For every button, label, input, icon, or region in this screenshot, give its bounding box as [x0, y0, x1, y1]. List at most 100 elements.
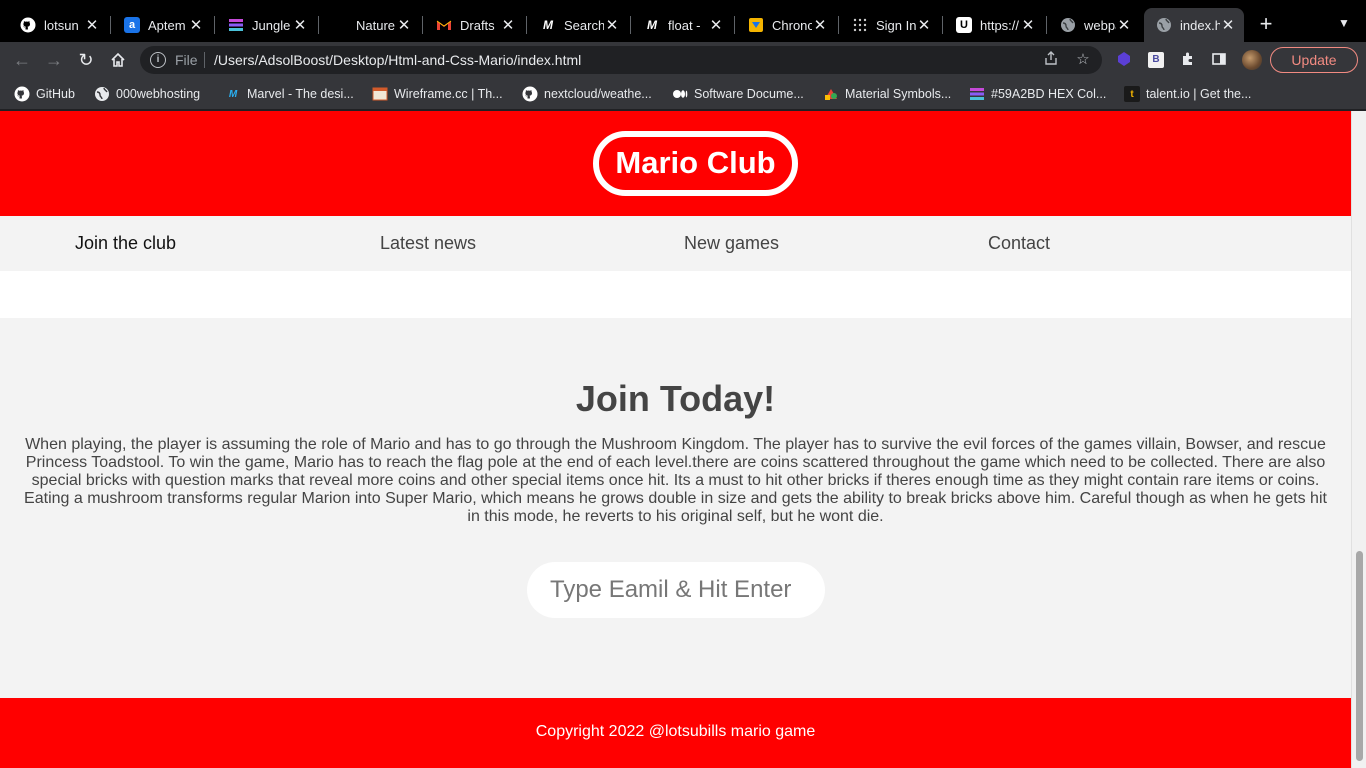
- close-icon[interactable]: ✕: [1020, 16, 1036, 34]
- scheme-label: File: [175, 52, 198, 68]
- bookmark-label: GitHub: [36, 87, 75, 101]
- tab[interactable]: Sign In ✕: [840, 8, 940, 42]
- email-input[interactable]: [527, 562, 825, 618]
- aptem-icon: a: [124, 17, 140, 33]
- nav-link-news[interactable]: Latest news: [380, 233, 476, 254]
- close-icon[interactable]: ✕: [396, 16, 412, 34]
- site-footer: Copyright 2022 @lotsubills mario game: [0, 698, 1351, 768]
- globe-icon: [1060, 17, 1076, 33]
- tab-active[interactable]: index.h ✕: [1144, 8, 1244, 42]
- u-icon: U: [956, 17, 972, 33]
- tab-separator: [526, 16, 527, 34]
- extension-b-icon[interactable]: B: [1148, 52, 1164, 68]
- chrono-icon: [748, 17, 764, 33]
- close-icon[interactable]: ✕: [708, 16, 724, 34]
- bookmark-item[interactable]: 000webhosting: [94, 85, 200, 103]
- nav-link-join[interactable]: Join the club: [75, 233, 176, 254]
- m-icon: M: [543, 18, 553, 32]
- address-url[interactable]: /Users/AdsolBoost/Desktop/Html-and-Css-M…: [214, 52, 581, 68]
- tab[interactable]: webpa ✕: [1048, 8, 1140, 42]
- page-scrollbar[interactable]: [1351, 111, 1366, 768]
- bookmark-label: nextcloud/weathe...: [544, 87, 652, 101]
- tab[interactable]: Chrono ✕: [736, 8, 836, 42]
- close-icon[interactable]: ✕: [188, 16, 204, 34]
- forward-arrow-icon[interactable]: →: [42, 48, 66, 72]
- tab-separator: [630, 16, 631, 34]
- tab[interactable]: M Search ✕: [528, 8, 628, 42]
- tab[interactable]: Drafts ✕: [424, 8, 524, 42]
- tab-title: Aptem: [148, 17, 186, 33]
- bookmark-item[interactable]: GitHub: [14, 85, 75, 103]
- tab-title: webpa: [1084, 17, 1116, 33]
- bookmark-label: Wireframe.cc | Th...: [394, 87, 503, 101]
- dots-icon: [852, 17, 868, 33]
- site-header: Mario Club: [0, 111, 1351, 216]
- close-icon[interactable]: ✕: [84, 16, 100, 34]
- github-icon: [20, 17, 36, 33]
- tab[interactable]: a Aptem ✕: [112, 8, 212, 42]
- tab-title: lotsun: [44, 17, 79, 33]
- bookmark-item[interactable]: #59A2BD HEX Col...: [969, 85, 1106, 103]
- tab[interactable]: M float - ✕: [632, 8, 732, 42]
- side-panel-icon[interactable]: [1210, 51, 1228, 69]
- globe-icon: [94, 86, 110, 102]
- bookmark-star-icon[interactable]: ☆: [1074, 51, 1092, 69]
- jungle-icon: [228, 17, 244, 33]
- github-icon: [14, 86, 30, 102]
- copyright-text: Copyright 2022 @lotsubills mario game: [535, 723, 816, 740]
- back-arrow-icon[interactable]: ←: [10, 48, 34, 72]
- extension-purple-icon[interactable]: [1115, 51, 1133, 69]
- tab[interactable]: Jungle ✕: [216, 8, 316, 42]
- gmail-icon: [436, 17, 452, 33]
- mario-page: Mario Club Join the club Latest news New…: [0, 111, 1351, 768]
- join-description: When playing, the player is assuming the…: [24, 436, 1327, 525]
- tab[interactable]: lotsun ✕: [8, 8, 108, 42]
- close-icon[interactable]: ✕: [1116, 16, 1132, 34]
- new-tab-button[interactable]: +: [1254, 12, 1278, 36]
- bookmark-item[interactable]: Wireframe.cc | Th...: [372, 85, 503, 103]
- site-logo[interactable]: Mario Club: [593, 131, 798, 196]
- bookmark-item[interactable]: t talent.io | Get the...: [1124, 85, 1251, 103]
- tab-strip: lotsun ✕ a Aptem ✕ Jungle ✕ Nature ✕ Dra…: [0, 0, 1366, 42]
- tab-title: https://: [980, 17, 1020, 33]
- tab-separator: [734, 16, 735, 34]
- bookmark-item[interactable]: nextcloud/weathe...: [522, 85, 652, 103]
- bookmarks-bar: GitHub 000webhosting M Marvel - The desi…: [0, 78, 1366, 110]
- close-icon[interactable]: ✕: [916, 16, 932, 34]
- update-button[interactable]: Update: [1270, 47, 1358, 73]
- reload-icon[interactable]: ↻: [74, 48, 98, 72]
- bookmark-item[interactable]: M Marvel - The desi...: [225, 85, 354, 103]
- close-icon[interactable]: ✕: [812, 16, 828, 34]
- close-icon[interactable]: ✕: [604, 16, 620, 34]
- join-heading: Join Today!: [575, 378, 776, 419]
- tab-search-chevron-icon[interactable]: ▼: [1334, 13, 1354, 33]
- bookmark-item[interactable]: Software Docume...: [672, 85, 804, 103]
- tab[interactable]: Nature ✕: [320, 8, 420, 42]
- info-icon[interactable]: i: [150, 52, 166, 68]
- nav-link-contact[interactable]: Contact: [988, 233, 1050, 254]
- close-icon[interactable]: ✕: [500, 16, 516, 34]
- close-icon[interactable]: ✕: [292, 16, 308, 34]
- talent-icon: t: [1124, 86, 1140, 102]
- nav-link-games[interactable]: New games: [684, 233, 779, 254]
- tab-separator: [110, 16, 111, 34]
- profile-avatar[interactable]: [1242, 50, 1262, 70]
- close-icon[interactable]: ✕: [1220, 16, 1236, 34]
- tab-title: Chrono: [772, 17, 812, 33]
- share-icon[interactable]: [1042, 51, 1060, 69]
- tab-separator: [838, 16, 839, 34]
- material-symbols-icon: [823, 86, 839, 102]
- tab-title: Sign In: [876, 17, 916, 33]
- bookmark-label: Material Symbols...: [845, 87, 952, 101]
- extensions-puzzle-icon[interactable]: [1179, 51, 1197, 69]
- home-icon[interactable]: [106, 48, 130, 72]
- tab-title: float -: [668, 17, 701, 33]
- page-viewport: Mario Club Join the club Latest news New…: [0, 111, 1366, 768]
- bookmark-item[interactable]: Material Symbols...: [823, 85, 951, 103]
- tab[interactable]: U https:// ✕: [944, 8, 1044, 42]
- site-nav: Join the club Latest news New games Cont…: [0, 216, 1351, 271]
- address-bar[interactable]: i File /Users/AdsolBoost/Desktop/Html-an…: [140, 46, 1102, 74]
- tab-title: Nature: [356, 17, 396, 33]
- scrollbar-thumb[interactable]: [1356, 551, 1363, 761]
- blank-icon: [332, 17, 348, 33]
